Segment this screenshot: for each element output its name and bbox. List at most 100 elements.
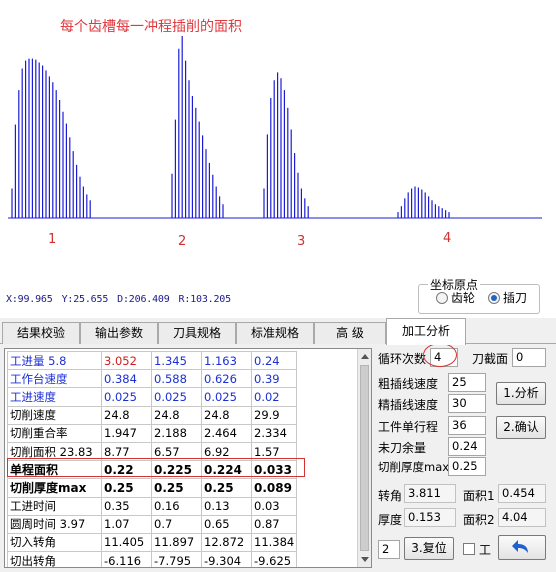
table-row: 切削厚度max 0.25 0.25 0.25 0.089 [7,478,298,498]
table-cell: 0.02 [250,387,298,407]
origin-cutter-label: 插刀 [503,291,528,305]
analysis-table: 工进量 5.8 3.052 1.345 1.163 0.24 工作台速度 0.384 0.58… [7,350,298,567]
table-cell: 6.92 [201,441,252,462]
area2-label: 面积2 [463,513,495,527]
radio-cutter-icon[interactable] [488,291,500,304]
peak-label-4: 4 [443,231,452,246]
analysis-table-panel: 工进量 5.8 3.052 1.345 1.163 0.24 工作台速度 0.384 0.58… [4,348,372,568]
fine-speed-input[interactable]: 30 [448,394,486,413]
scroll-thumb[interactable] [360,365,369,551]
origin-cutter-option[interactable]: 插刀 [488,289,527,306]
table-cell: -9.625 [250,551,298,567]
tab-result-check[interactable]: 结果校验 [2,322,80,344]
table-cell: 12.872 [201,532,252,553]
table-row: 切削速度 24.8 24.8 24.8 29.9 [7,405,298,425]
table-cell: 0.87 [250,514,298,534]
vertical-scrollbar[interactable] [357,349,371,567]
angle-label: 转角 [378,489,403,503]
table-cell: 0.033 [250,460,298,480]
scroll-up-icon[interactable] [361,354,369,359]
tab-tool-spec[interactable]: 刀具规格 [158,322,236,344]
cycles-label: 循环次数 [378,352,427,366]
peak-label-1: 1 [48,232,57,247]
confirm-button[interactable]: 2.确认 [496,416,546,439]
stroke-input[interactable]: 36 [448,416,486,435]
rough-speed-input[interactable]: 25 [448,373,486,392]
table-cell: 1.947 [101,423,152,443]
row-header: 切削速度 [7,405,102,425]
table-cell: 2.464 [201,423,252,443]
thickness-max-label: 切削厚度max [378,460,450,474]
origin-gear-label: 齿轮 [451,291,476,305]
table-cell: 1.57 [250,441,298,462]
table-cell: 24.8 [101,405,152,425]
plot-title: 每个齿槽每一冲程插削的面积 [60,19,242,35]
undo-button[interactable] [498,535,546,560]
table-row: 切入转角 11.405 11.897 12.872 11.384 [7,532,298,553]
row-header: 切削重合率 [7,423,102,443]
table-cell: -9.304 [201,551,252,567]
table-cell: 1.07 [101,514,152,534]
thickness-max-input[interactable]: 0.25 [448,457,486,476]
count-input[interactable]: 2 [378,540,400,559]
table-cell: 11.384 [250,532,298,553]
cycles-input[interactable]: 4 [430,348,458,367]
table-cell: 11.405 [101,532,152,553]
tab-bar: 结果校验 输出参数 刀具规格 标准规格 高 级 加工分析 [0,318,556,345]
angle-value: 3.811 [404,484,456,503]
radio-gear-icon[interactable] [436,291,448,304]
table-cell: 0.16 [151,496,202,516]
table-row: 工进速度 0.025 0.025 0.025 0.02 [7,387,298,407]
table-cell: 0.626 [201,369,252,389]
work-checkbox-label: 工 [479,543,492,557]
table-row: 切出转角 -6.116 -7.795 -9.304 -9.625 [7,551,298,567]
table-row: 圆周时间 3.97 1.07 0.7 0.65 0.87 [7,514,298,534]
origin-group: 坐标原点 齿轮 插刀 [418,276,540,314]
depth-value: 0.153 [404,508,456,527]
table-row: 工进时间 0.35 0.16 0.13 0.03 [7,496,298,516]
origin-gear-option[interactable]: 齿轮 [436,289,475,306]
remain-label: 未刀余量 [378,441,427,455]
remain-input[interactable]: 0.24 [448,437,486,456]
table-cell: 0.25 [101,478,152,498]
coordinate-readout: X:99.965 Y:25.655 D:206.409 R:103.205 [6,294,240,305]
table-cell: 2.188 [151,423,202,443]
tab-output-params[interactable]: 输出参数 [80,322,158,344]
row-header: 切出转角 [7,551,102,567]
table-cell: 0.089 [250,478,298,498]
table-cell: 6.57 [151,441,202,462]
table-cell: 0.384 [101,369,152,389]
tab-standard-spec[interactable]: 标准规格 [236,322,314,344]
work-checkbox[interactable] [463,543,475,555]
row-header: 圆周时间 3.97 [7,514,102,534]
cutting-area-plot: 每个齿槽每一冲程插削的面积 1 2 3 4 X:99.965 Y:25.655 D:… [0,0,556,314]
table-cell: 0.65 [201,514,252,534]
knife-section-input[interactable]: 0 [512,348,546,367]
tab-advanced[interactable]: 高 级 [314,322,386,344]
table-cell: 1.345 [151,350,202,371]
table-cell: 3.052 [101,350,152,371]
area1-value: 0.454 [498,484,546,503]
row-header: 工进量 5.8 [7,350,102,371]
table-cell: 1.163 [201,350,252,371]
table-cell: 0.03 [250,496,298,516]
tab-machining-analysis[interactable]: 加工分析 [386,318,466,345]
table-row: 切削面积 23.83 8.77 6.57 6.92 1.57 [7,441,298,462]
reset-button[interactable]: 3.复位 [404,537,454,560]
row-header: 切削面积 23.83 [7,441,102,462]
table-cell: -6.116 [101,551,152,567]
area1-label: 面积1 [463,489,495,503]
rough-speed-label: 粗插线速度 [378,377,439,391]
table-cell: 24.8 [151,405,202,425]
table-cell: 8.77 [101,441,152,462]
stroke-label: 工件单行程 [378,420,439,434]
table-cell: 0.39 [250,369,298,389]
analyze-button[interactable]: 1.分析 [496,382,546,405]
depth-label: 厚度 [378,513,403,527]
table-cell: 0.7 [151,514,202,534]
scroll-down-icon[interactable] [361,557,369,562]
area2-value: 4.04 [498,508,546,527]
coord-r: R:103.205 [178,294,232,305]
peak-label-2: 2 [178,234,187,249]
coord-d: D:206.409 [117,294,170,305]
